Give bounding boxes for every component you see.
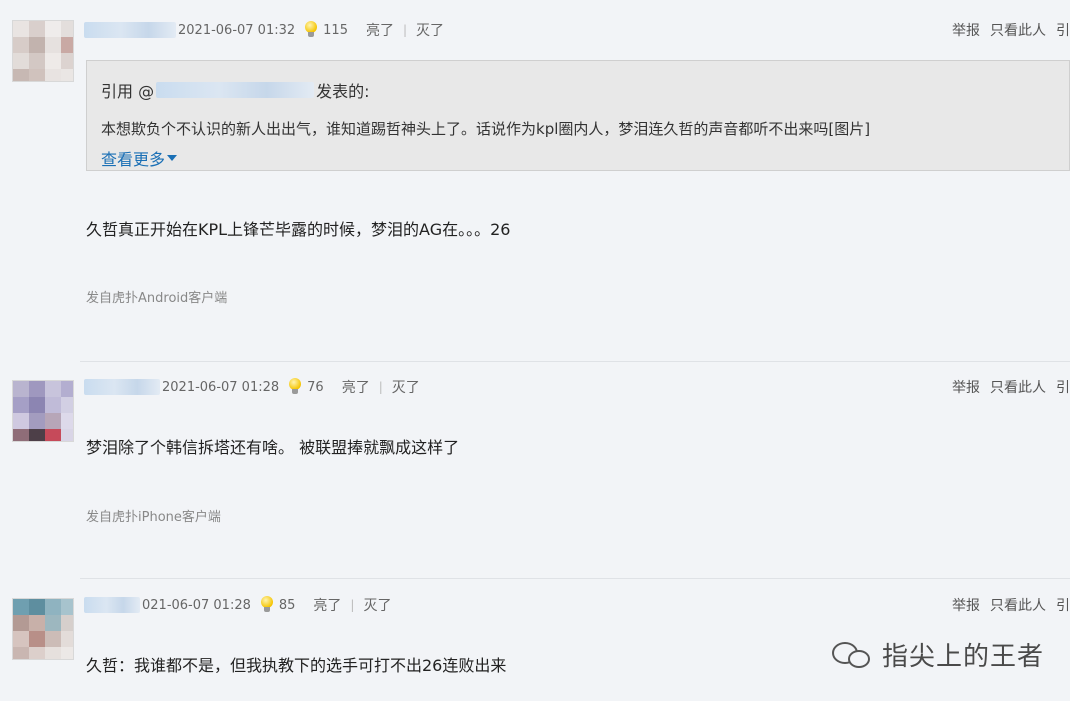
report-button[interactable]: 举报 — [952, 20, 980, 40]
watermark-text: 指尖上的王者 — [882, 642, 1045, 672]
caret-down-icon — [167, 155, 178, 161]
quote-button[interactable]: 引 — [1056, 377, 1070, 397]
avatar[interactable] — [12, 20, 74, 82]
post-content: 梦泪除了个韩信拆塔还有啥。 被联盟捧就飘成这样了 — [86, 438, 460, 457]
separator: | — [402, 23, 408, 37]
post-time: 2021-06-07 01:32 — [178, 22, 296, 38]
quote-suffix: 发表的: — [316, 82, 370, 101]
quote-text: 本想欺负个不认识的新人出出气，谁知道踢哲神头上了。话说作为kpl圈内人，梦泪连久… — [101, 120, 871, 138]
post-actions: 举报 只看此人 引 — [942, 20, 1070, 40]
only-this-user-button[interactable]: 只看此人 — [990, 20, 1046, 40]
lightbulb-icon — [287, 378, 303, 396]
light-button[interactable]: 亮了 — [342, 377, 370, 397]
post-meta: 2021-06-07 01:32 115 亮了 | 灭了 — [84, 20, 444, 40]
light-button[interactable]: 亮了 — [313, 595, 341, 615]
quote-button[interactable]: 引 — [1056, 20, 1070, 40]
report-button[interactable]: 举报 — [952, 595, 980, 615]
avatar[interactable] — [12, 380, 74, 442]
see-more-label: 查看更多 — [101, 150, 166, 169]
post-meta: 2021-06-07 01:28 76 亮了 | 灭了 — [84, 377, 420, 397]
quoted-username-blurred[interactable] — [156, 82, 315, 98]
post-meta: 021-06-07 01:28 85 亮了 | 灭了 — [84, 595, 391, 615]
post-1: 2021-06-07 01:32 115 亮了 | 灭了 举报 只看此人 引 引… — [0, 0, 1070, 360]
post-source: 发自虎扑iPhone客户端 — [86, 510, 221, 525]
quote-prefix: 引用 @ — [101, 82, 155, 101]
light-button[interactable]: 亮了 — [366, 20, 394, 40]
post-actions: 举报 只看此人 引 — [942, 377, 1070, 397]
quote-button[interactable]: 引 — [1056, 595, 1070, 615]
only-this-user-button[interactable]: 只看此人 — [990, 595, 1046, 615]
post-2: 2021-06-07 01:28 76 亮了 | 灭了 举报 只看此人 引 梦泪… — [0, 362, 1070, 578]
lightbulb-icon — [303, 21, 319, 39]
report-button[interactable]: 举报 — [952, 377, 980, 397]
quote-block: 引用 @ 发表的: 本想欺负个不认识的新人出出气，谁知道踢哲神头上了。话说作为k… — [86, 60, 1070, 171]
see-more-link[interactable]: 查看更多 — [101, 146, 178, 170]
watermark: 指尖上的王者 — [832, 636, 1044, 673]
post-content: 久哲真正开始在KPL上锋芒毕露的时候，梦泪的AG在。。。26 — [86, 220, 511, 239]
separator: | — [378, 380, 383, 394]
light-count: 76 — [307, 379, 324, 395]
username-blurred[interactable] — [84, 597, 140, 613]
separator: | — [350, 598, 355, 612]
light-count: 115 — [323, 22, 348, 38]
username-blurred[interactable] — [84, 379, 160, 395]
post-source: 发自虎扑Android客户端 — [86, 291, 228, 306]
lightbulb-icon — [259, 596, 275, 614]
post-actions: 举报 只看此人 引 — [942, 595, 1070, 615]
dark-button[interactable]: 灭了 — [363, 595, 391, 615]
only-this-user-button[interactable]: 只看此人 — [990, 377, 1046, 397]
post-time: 021-06-07 01:28 — [142, 597, 251, 613]
dark-button[interactable]: 灭了 — [392, 377, 420, 397]
avatar[interactable] — [12, 598, 74, 660]
post-content: 久哲：我谁都不是，但我执教下的选手可打不出26连败出来 — [86, 656, 507, 675]
wechat-icon — [832, 640, 876, 670]
quote-header: 引用 @ 发表的: — [101, 78, 370, 102]
post-time: 2021-06-07 01:28 — [162, 379, 280, 395]
username-blurred[interactable] — [84, 22, 176, 38]
dark-button[interactable]: 灭了 — [416, 20, 444, 40]
light-count: 85 — [278, 597, 296, 613]
